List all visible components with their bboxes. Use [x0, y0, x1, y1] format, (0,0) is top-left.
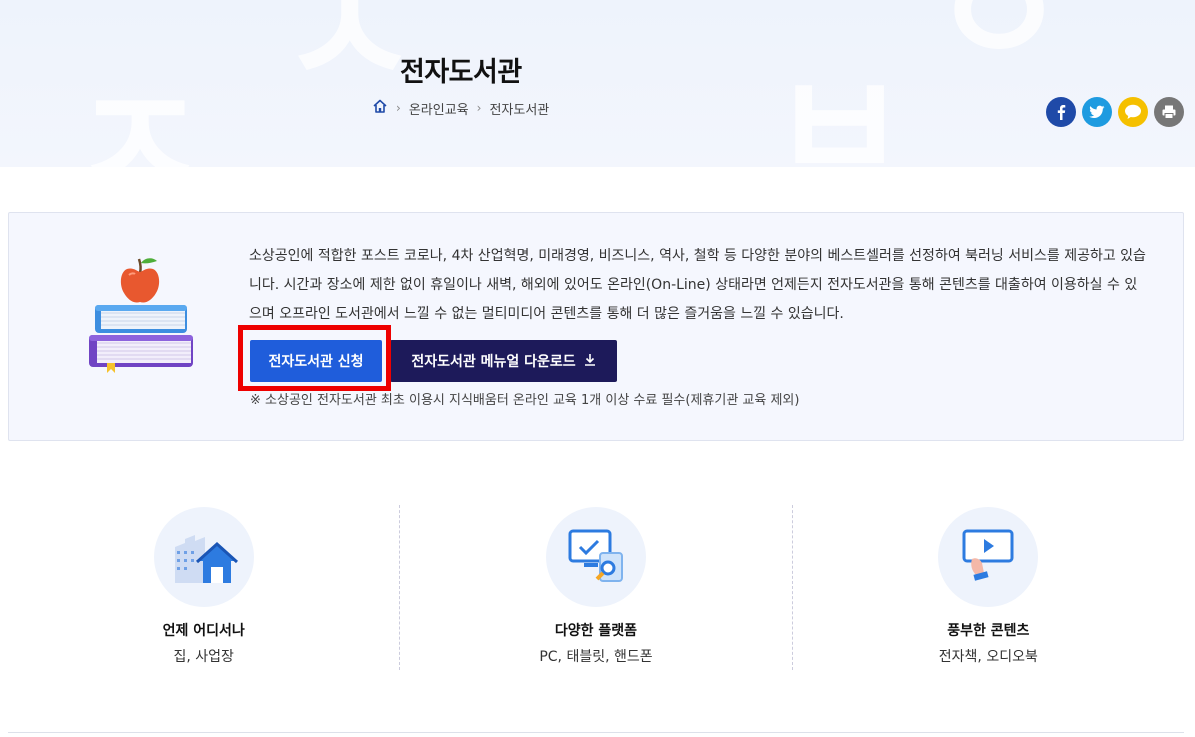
feature-anywhere: 언제 어디서나 집, 사업장: [8, 505, 399, 670]
kakaotalk-icon[interactable]: [1118, 97, 1148, 127]
download-icon: [584, 353, 596, 370]
page-title: 전자도서관: [400, 57, 522, 88]
print-icon[interactable]: [1154, 97, 1184, 127]
feature-title: 다양한 플랫폼: [554, 623, 638, 639]
video-content-icon: [958, 525, 1018, 589]
devices-icon: [564, 525, 628, 589]
feature-icon-disc: [153, 507, 254, 607]
share-buttons: [1046, 97, 1184, 127]
highlight-box: [238, 325, 391, 391]
background-decoration: ㅇ: [930, 0, 1069, 102]
manual-download-label: 전자도서관 메뉴얼 다운로드: [411, 354, 576, 370]
feature-title: 풍부한 콘텐츠: [947, 623, 1030, 639]
home-icon[interactable]: [372, 98, 388, 118]
books-apple-icon: [87, 253, 195, 377]
feature-icon-disc: [545, 507, 646, 607]
feature-subtitle: PC, 태블릿, 핸드폰: [539, 649, 653, 665]
e-library-info-box: 소상공인에 적합한 포스트 코로나, 4차 산업혁명, 미래경영, 비즈니스, …: [8, 212, 1184, 441]
usage-note: ※ 소상공인 전자도서관 최초 이용시 지식배움터 온라인 교육 1개 이상 수…: [250, 393, 800, 408]
background-decoration: ㅂ: [770, 43, 909, 167]
feature-icon-disc: [938, 507, 1039, 607]
section-divider: [8, 732, 1184, 733]
building-home-icon: [169, 525, 239, 589]
chevron-right-icon: ›: [476, 101, 482, 115]
e-library-description: 소상공인에 적합한 포스트 코로나, 4차 산업혁명, 미래경영, 비즈니스, …: [249, 248, 1146, 322]
twitter-icon[interactable]: [1082, 97, 1112, 127]
breadcrumb-e-library[interactable]: 전자도서관: [489, 99, 549, 118]
page-header: ㅈ ㅅ ㅂ ㅇ 전자도서관 › 온라인교육 › 전자도서관: [0, 0, 1195, 167]
facebook-icon[interactable]: [1046, 97, 1076, 127]
manual-download-button[interactable]: 전자도서관 메뉴얼 다운로드: [390, 340, 617, 382]
feature-subtitle: 전자책, 오디오북: [938, 649, 1038, 665]
breadcrumb: › 온라인교육 › 전자도서관: [372, 98, 549, 118]
background-decoration: ㅅ: [280, 0, 419, 122]
feature-title: 언제 어디서나: [162, 623, 245, 639]
features-section: 언제 어디서나 집, 사업장 다양한 플랫폼 PC, 태블릿, 핸드폰 풍부한 …: [8, 505, 1184, 670]
feature-subtitle: 집, 사업장: [173, 649, 234, 665]
feature-contents: 풍부한 콘텐츠 전자책, 오디오북: [791, 505, 1184, 670]
breadcrumb-online-education[interactable]: 온라인교육: [409, 99, 469, 118]
chevron-right-icon: ›: [396, 101, 401, 115]
background-decoration: ㅈ: [70, 58, 209, 167]
feature-platforms: 다양한 플랫폼 PC, 태블릿, 핸드폰: [399, 505, 791, 670]
